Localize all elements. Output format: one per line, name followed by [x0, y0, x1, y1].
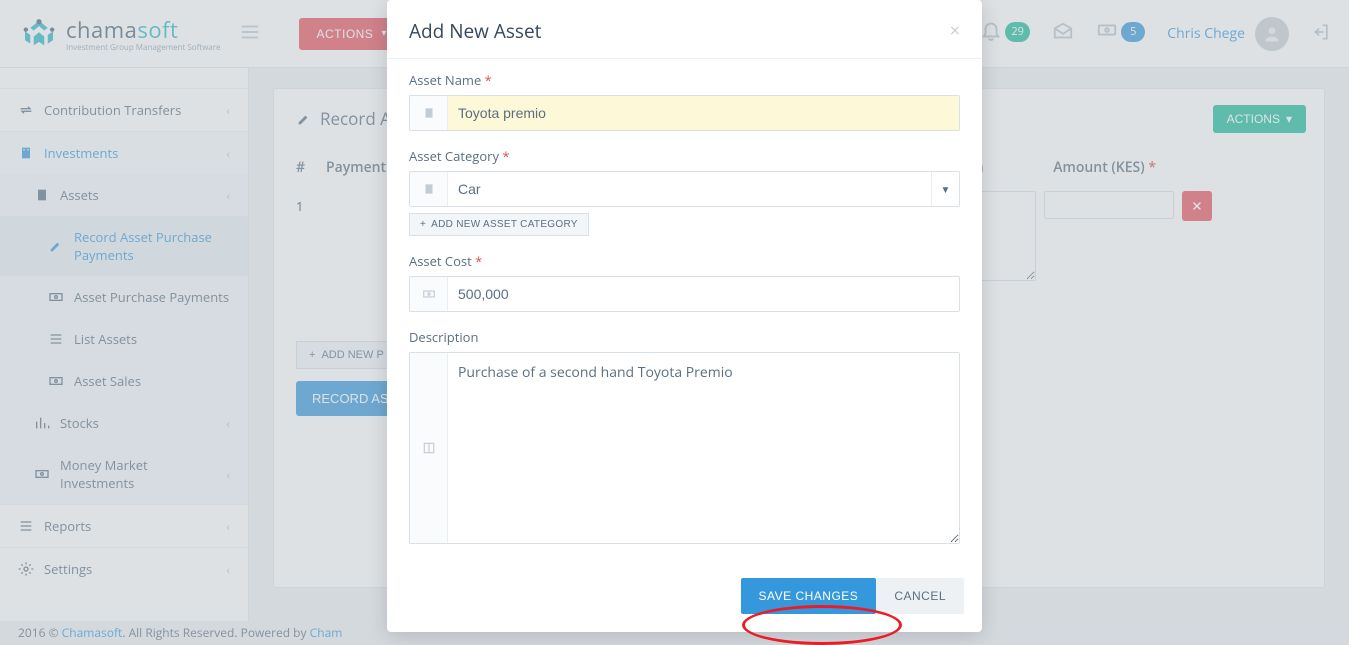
description-textarea[interactable]	[448, 353, 959, 543]
cancel-button[interactable]: CANCEL	[876, 578, 964, 614]
asset-name-input[interactable]	[448, 96, 959, 130]
chevron-down-icon[interactable]: ▼	[931, 172, 959, 206]
asset-cost-label: Asset Cost *	[409, 252, 960, 270]
money-icon	[410, 277, 448, 311]
building-icon	[410, 96, 448, 130]
building-icon	[410, 172, 448, 206]
save-button[interactable]: SAVE CHANGES	[741, 578, 877, 614]
add-category-button[interactable]: + ADD NEW ASSET CATEGORY	[409, 213, 589, 236]
close-icon[interactable]: ×	[950, 19, 960, 43]
modal-title: Add New Asset	[409, 18, 541, 44]
asset-cost-input[interactable]	[448, 277, 959, 311]
plus-icon: +	[420, 219, 426, 230]
asset-category-label: Asset Category *	[409, 147, 960, 165]
description-label: Description	[409, 328, 960, 346]
asset-category-select[interactable]	[448, 172, 931, 206]
asset-name-label: Asset Name *	[409, 71, 960, 89]
book-icon	[410, 353, 448, 543]
add-asset-modal: Add New Asset × Asset Name * Asset Categ…	[387, 0, 982, 632]
